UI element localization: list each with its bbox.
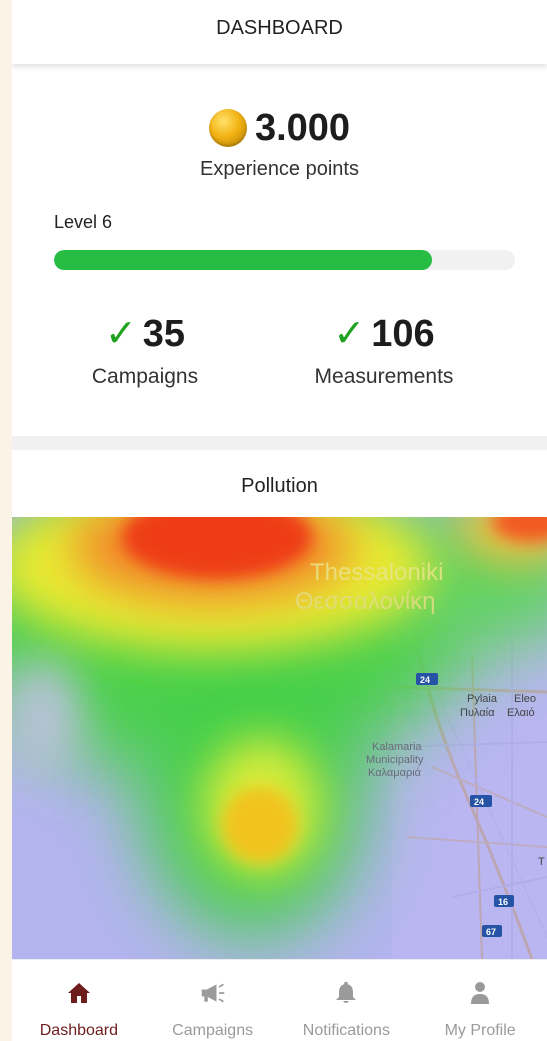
measurements-stat: ✓ 106 Measurements — [284, 311, 484, 389]
measurements-count: 106 — [371, 312, 435, 355]
nav-label-campaigns: Campaigns — [172, 1022, 254, 1039]
level-progress-bar — [54, 250, 515, 270]
campaigns-label: Campaigns — [91, 365, 199, 388]
app-bar: DASHBOARD — [12, 0, 547, 64]
map-label-municipality: Municipality — [366, 754, 424, 766]
campaigns-stat: ✓ 35 Campaigns — [45, 311, 245, 389]
map-label-pylaia-greek: Πυλαία — [460, 707, 495, 719]
map-label-kalamaria: Kalamaria — [372, 741, 422, 753]
stats-card: 3.000 Experience points Level 6 ✓ 35 Cam… — [12, 66, 547, 436]
level-progress-fill — [54, 250, 433, 270]
home-icon — [66, 980, 92, 1006]
level-label: Level 6 — [54, 212, 113, 232]
map-label-edge: T — [538, 856, 545, 868]
experience-points-row: 3.000 — [12, 104, 547, 152]
bell-icon — [333, 980, 359, 1006]
experience-points-label: Experience points — [200, 158, 359, 180]
map-label-thessaloniki: Thessaloniki — [310, 559, 443, 586]
check-icon: ✓ — [104, 313, 137, 355]
pollution-heatmap[interactable]: Thessaloniki Θεσσαλονίκη 24 Pylaia Πυλαί… — [12, 517, 547, 959]
app-screen: DASHBOARD 3.000 Experience points Level … — [12, 0, 547, 1041]
map-label-pylaia: Pylaia — [467, 693, 498, 705]
nav-item-notifications[interactable]: Notifications — [280, 960, 414, 1041]
nav-item-my-profile[interactable]: My Profile — [413, 960, 547, 1041]
nav-label-my-profile: My Profile — [444, 1022, 516, 1039]
map-label-thessaloniki-greek: Θεσσαλονίκη — [295, 588, 436, 615]
check-icon: ✓ — [333, 313, 366, 355]
nav-item-campaigns[interactable]: Campaigns — [146, 960, 280, 1041]
map-label-eleo-greek: Ελαιό — [507, 707, 535, 719]
page-title: DASHBOARD — [216, 17, 343, 39]
user-icon — [467, 980, 493, 1006]
heat-layer — [12, 517, 547, 959]
campaigns-count: 35 — [142, 312, 186, 355]
bottom-navigation: Dashboard Campaigns Notifications My Pro… — [12, 959, 547, 1041]
map-label-kalamaria-greek: Καλαμαριά — [368, 767, 422, 779]
coin-icon — [208, 109, 247, 147]
section-divider — [12, 436, 547, 450]
pollution-title: Pollution — [241, 475, 318, 497]
map-road-67: 67 — [486, 927, 496, 937]
nav-label-notifications: Notifications — [302, 1022, 390, 1039]
experience-points-value: 3.000 — [254, 106, 351, 149]
megaphone-icon — [200, 980, 226, 1006]
map-road-24: 24 — [420, 675, 430, 685]
map-road-24b: 24 — [474, 797, 484, 807]
nav-item-dashboard[interactable]: Dashboard — [12, 960, 146, 1041]
measurements-label: Measurements — [314, 365, 454, 388]
map-road-16: 16 — [498, 897, 508, 907]
nav-label-dashboard: Dashboard — [39, 1022, 119, 1039]
map-label-eleo: Eleo — [514, 693, 536, 705]
